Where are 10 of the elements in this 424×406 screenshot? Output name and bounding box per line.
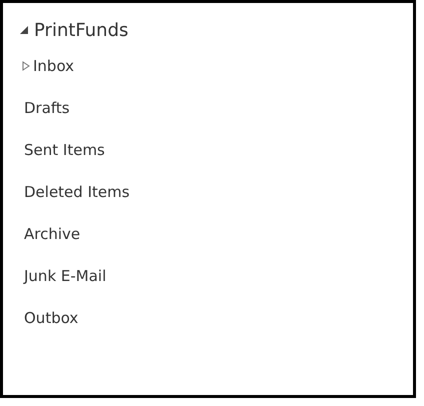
collapsed-icon[interactable] bbox=[22, 61, 30, 71]
folder-item[interactable]: Deleted Items bbox=[22, 183, 130, 201]
folder-item[interactable]: Archive bbox=[22, 225, 80, 243]
folder-item[interactable]: Outbox bbox=[22, 309, 78, 327]
folder-item[interactable]: Sent Items bbox=[22, 141, 105, 159]
folder-item[interactable]: Junk E-Mail bbox=[22, 267, 106, 285]
expanded-icon[interactable] bbox=[19, 25, 29, 35]
folder-item[interactable]: Inbox bbox=[33, 57, 74, 75]
account-name[interactable]: PrintFunds bbox=[34, 20, 128, 40]
folder-item[interactable]: Drafts bbox=[22, 99, 70, 117]
